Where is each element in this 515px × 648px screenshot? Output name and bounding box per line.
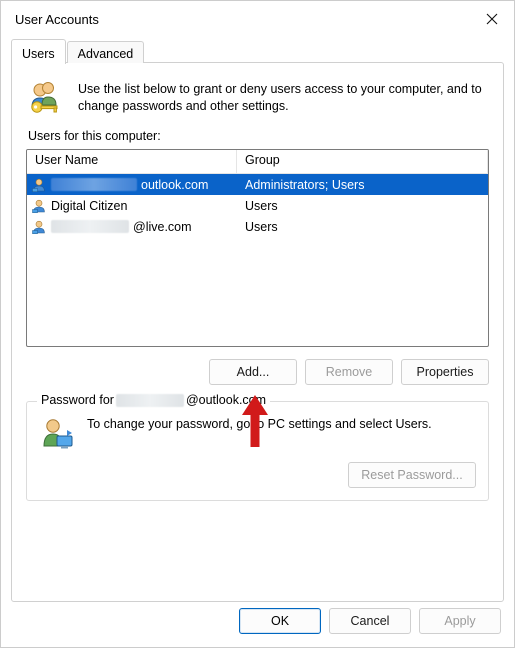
apply-button[interactable]: Apply bbox=[419, 608, 501, 634]
dialog-footer: OK Cancel Apply bbox=[239, 608, 501, 634]
user-group: Administrators; Users bbox=[237, 178, 488, 192]
reset-password-button[interactable]: Reset Password... bbox=[348, 462, 476, 488]
close-button[interactable] bbox=[476, 5, 508, 33]
intro-row: Use the list below to grant or deny user… bbox=[28, 81, 487, 115]
intro-text: Use the list below to grant or deny user… bbox=[78, 81, 487, 115]
redacted-name bbox=[51, 220, 129, 233]
tab-advanced[interactable]: Advanced bbox=[67, 41, 145, 63]
column-header-group[interactable]: Group bbox=[237, 150, 488, 174]
tab-panel-users: Use the list below to grant or deny user… bbox=[11, 62, 504, 602]
users-list-label: Users for this computer: bbox=[28, 129, 489, 143]
password-message: To change your password, go to PC settin… bbox=[87, 416, 432, 452]
tab-advanced-label: Advanced bbox=[78, 47, 134, 61]
redacted-name bbox=[51, 178, 137, 191]
ok-button[interactable]: OK bbox=[239, 608, 321, 634]
users-key-icon bbox=[28, 81, 64, 115]
user-monitor-icon bbox=[39, 416, 75, 452]
redacted-name bbox=[116, 394, 184, 407]
add-button[interactable]: Add... bbox=[209, 359, 297, 385]
user-name: Digital Citizen bbox=[51, 199, 127, 213]
legend-suffix: @outlook.com bbox=[186, 393, 266, 407]
user-row[interactable]: @live.com Users bbox=[27, 216, 488, 237]
user-name-suffix: outlook.com bbox=[141, 178, 208, 192]
password-groupbox: Password for @outlook.com To bbox=[26, 401, 489, 501]
properties-button[interactable]: Properties bbox=[401, 359, 489, 385]
user-account-icon bbox=[31, 198, 47, 214]
legend-prefix: Password for bbox=[41, 393, 114, 407]
user-group: Users bbox=[237, 199, 488, 213]
users-listbox[interactable]: User Name Group outlook.com Administrato… bbox=[26, 149, 489, 347]
list-buttons: Add... Remove Properties bbox=[26, 359, 489, 385]
password-group-legend: Password for @outlook.com bbox=[37, 393, 270, 407]
tab-users[interactable]: Users bbox=[11, 39, 66, 64]
tab-container: Users Advanced Use the l bbox=[11, 39, 504, 602]
tab-row: Users Advanced bbox=[11, 39, 504, 63]
list-headers: User Name Group bbox=[27, 150, 488, 174]
window-title: User Accounts bbox=[15, 12, 476, 27]
remove-button[interactable]: Remove bbox=[305, 359, 393, 385]
user-name-suffix: @live.com bbox=[133, 220, 192, 234]
user-group: Users bbox=[237, 220, 488, 234]
titlebar: User Accounts bbox=[1, 1, 514, 37]
close-icon bbox=[486, 13, 498, 25]
tab-users-label: Users bbox=[22, 47, 55, 61]
user-row[interactable]: Digital Citizen Users bbox=[27, 195, 488, 216]
user-account-icon bbox=[31, 177, 47, 193]
user-row[interactable]: outlook.com Administrators; Users bbox=[27, 174, 488, 195]
user-accounts-window: User Accounts Users Advanced bbox=[0, 0, 515, 648]
cancel-button[interactable]: Cancel bbox=[329, 608, 411, 634]
column-header-username[interactable]: User Name bbox=[27, 150, 237, 174]
user-account-icon bbox=[31, 219, 47, 235]
